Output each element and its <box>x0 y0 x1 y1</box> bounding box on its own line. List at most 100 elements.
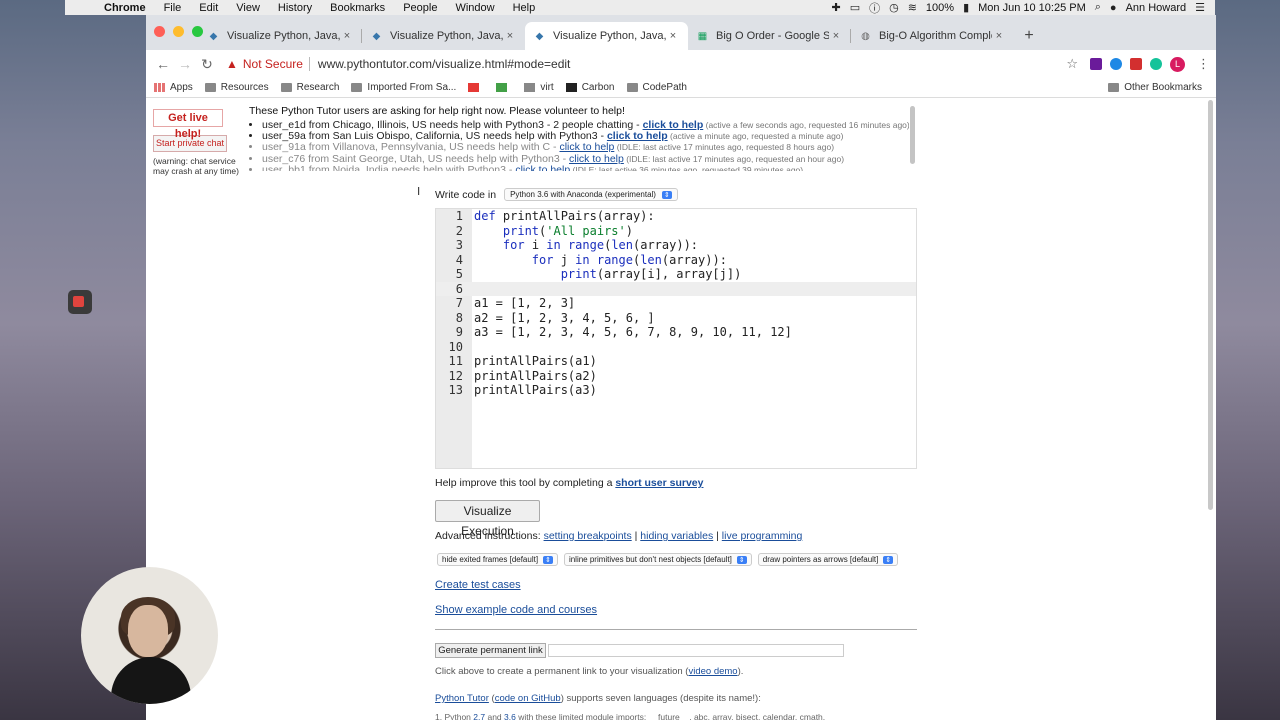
close-window-icon[interactable] <box>154 26 165 37</box>
survey-link[interactable]: short user survey <box>615 477 703 489</box>
create-test-cases-link[interactable]: Create test cases <box>435 579 521 591</box>
page-scrollbar[interactable] <box>1208 100 1213 510</box>
bookmark-research[interactable]: Research <box>280 82 339 93</box>
video-demo-link[interactable]: video demo <box>688 666 737 677</box>
menu-bookmarks[interactable]: Bookmarks <box>321 2 394 14</box>
bookmark-red[interactable] <box>468 83 484 92</box>
permanent-link-field[interactable] <box>548 644 844 657</box>
show-examples-link[interactable]: Show example code and courses <box>435 604 597 616</box>
wifi-icon[interactable]: ≋ <box>908 1 917 14</box>
dropbox-icon[interactable]: ✚ <box>831 1 840 14</box>
notification-center-icon[interactable]: ☰ <box>1195 1 1205 14</box>
code-line[interactable]: 11 printAllPairs(a1) <box>436 354 916 369</box>
desktop-app-icon[interactable] <box>68 290 92 314</box>
code-line[interactable]: 3 for i in range(len(array)): <box>436 238 916 253</box>
menu-edit[interactable]: Edit <box>190 2 227 14</box>
screen-icon[interactable]: ▭ <box>850 1 860 14</box>
menu-people[interactable]: People <box>394 2 446 14</box>
primitives-select[interactable]: inline primitives but don't nest objects… <box>563 553 752 566</box>
battery-icon[interactable]: ▮ <box>963 1 969 14</box>
menu-kebab-icon[interactable]: ⋮ <box>1197 56 1210 72</box>
get-live-help-button[interactable]: Get live help! <box>153 109 223 140</box>
frames-select[interactable]: hide exited frames [default] ⇕ <box>437 553 558 566</box>
python36-link[interactable]: 3.6 <box>504 712 516 720</box>
code-line[interactable]: 12 printAllPairs(a2) <box>436 369 916 384</box>
address-bar[interactable]: ▲ Not Secure www.pythontutor.com/visuali… <box>226 53 1090 75</box>
clock[interactable]: Mon Jun 10 10:25 PM <box>978 2 1086 14</box>
reload-icon[interactable]: ↻ <box>196 56 218 73</box>
bookmark-resources[interactable]: Resources <box>204 82 269 93</box>
time-machine-icon[interactable]: ◷ <box>889 1 899 14</box>
warning-icon[interactable]: ▲ <box>226 57 238 71</box>
menu-view[interactable]: View <box>227 2 269 14</box>
extension-icon[interactable] <box>1110 58 1122 70</box>
profile-avatar[interactable]: L <box>1170 56 1185 72</box>
tab-visualize-active[interactable]: ◆ Visualize Python, Java, JavaSc × <box>525 22 688 50</box>
menu-app-name[interactable]: Chrome <box>95 2 155 14</box>
code-line[interactable]: 7 a1 = [1, 2, 3] <box>436 296 916 311</box>
code-line[interactable]: 1 def printAllPairs(array): <box>436 209 916 224</box>
click-to-help-link[interactable]: click to help <box>559 141 614 153</box>
code-line[interactable]: 8 a2 = [1, 2, 3, 4, 5, 6, ] <box>436 311 916 326</box>
close-tab-icon[interactable]: × <box>992 30 1006 42</box>
bookmark-carbon[interactable]: Carbon <box>565 82 615 93</box>
click-to-help-link[interactable]: click to help <box>569 153 624 165</box>
bookmark-green[interactable] <box>496 83 512 92</box>
code-line[interactable]: 4 for j in range(len(array)): <box>436 253 916 268</box>
extension-icon[interactable] <box>1130 58 1142 70</box>
tab-visualize-2[interactable]: ◆ Visualize Python, Java, JavaSc × <box>362 22 525 50</box>
new-tab-button[interactable]: + <box>1014 22 1044 50</box>
visualize-execution-button[interactable]: Visualize Execution <box>435 500 540 538</box>
back-icon[interactable]: ← <box>152 56 174 72</box>
url-text[interactable]: www.pythontutor.com/visualize.html#mode=… <box>318 57 570 71</box>
code-line[interactable]: 13 printAllPairs(a3) <box>436 383 916 398</box>
pointers-select[interactable]: draw pointers as arrows [default] ⇕ <box>757 553 899 566</box>
bookmark-star-icon[interactable]: ☆ <box>1066 56 1078 72</box>
tab-google-sheets[interactable]: ▦ Big O Order - Google Sheets × <box>688 22 851 50</box>
live-programming-link[interactable]: live programming <box>722 530 803 542</box>
bookmark-codepath[interactable]: CodePath <box>626 82 687 93</box>
click-to-help-link[interactable]: click to help <box>607 130 668 142</box>
help-list-scrollbar[interactable] <box>910 106 915 164</box>
grammarly-icon[interactable] <box>1150 58 1162 70</box>
code-line[interactable]: 6 <box>436 281 916 296</box>
code-line[interactable]: 9 a3 = [1, 2, 3, 4, 5, 6, 7, 8, 9, 10, 11… <box>436 325 916 340</box>
close-tab-icon[interactable]: × <box>503 30 517 42</box>
spotlight-icon[interactable]: ⌕ <box>1095 1 1101 14</box>
close-tab-icon[interactable]: × <box>666 30 680 42</box>
hiding-variables-link[interactable]: hiding variables <box>640 530 713 542</box>
code-line[interactable]: 2 print('All pairs') <box>436 224 916 239</box>
minimize-window-icon[interactable] <box>173 26 184 37</box>
code-line[interactable]: 5 print(array[i], array[j]) <box>436 267 916 282</box>
user-name[interactable]: Ann Howard <box>1126 2 1187 14</box>
start-private-chat-button[interactable]: Start private chat <box>153 135 227 152</box>
menu-window[interactable]: Window <box>446 2 503 14</box>
bookmark-apps[interactable]: Apps <box>154 82 193 93</box>
menu-history[interactable]: History <box>269 2 321 14</box>
github-link[interactable]: code on GitHub <box>495 693 561 704</box>
bookmark-virt[interactable]: virt <box>524 82 554 93</box>
code-line[interactable]: 10 <box>436 340 916 355</box>
click-to-help-link[interactable]: click to help <box>643 119 704 131</box>
user-avatar-icon[interactable]: ● <box>1110 2 1117 14</box>
language-select[interactable]: Python 3.6 with Anaconda (experimental) … <box>504 188 678 201</box>
menu-help[interactable]: Help <box>504 2 545 14</box>
python27-link[interactable]: 2.7 <box>473 712 485 720</box>
menu-file[interactable]: File <box>155 2 191 14</box>
setting-breakpoints-link[interactable]: setting breakpoints <box>544 530 632 542</box>
click-to-help-link[interactable]: click to help <box>515 164 570 171</box>
close-tab-icon[interactable]: × <box>829 30 843 42</box>
code-editor[interactable]: 1 def printAllPairs(array): 2 print('All p… <box>435 208 917 469</box>
not-secure-label[interactable]: Not Secure <box>243 57 303 71</box>
tab-big-o[interactable]: ◍ Big-O Algorithm Complexity Ch × <box>851 22 1014 50</box>
bookmark-other[interactable]: Other Bookmarks <box>1108 82 1202 93</box>
info-icon[interactable]: ⓘ <box>869 0 880 16</box>
close-tab-icon[interactable]: × <box>340 30 354 42</box>
generate-permanent-link-button[interactable]: Generate permanent link <box>435 643 546 658</box>
tab-visualize-1[interactable]: ◆ Visualize Python, Java, JavaSc × <box>199 22 362 50</box>
bookmark-label: Carbon <box>581 82 615 93</box>
python-tutor-link[interactable]: Python Tutor <box>435 693 489 704</box>
forward-icon[interactable]: → <box>174 56 196 72</box>
bookmark-imported[interactable]: Imported From Sa... <box>351 82 456 93</box>
extension-icon[interactable] <box>1090 58 1102 70</box>
